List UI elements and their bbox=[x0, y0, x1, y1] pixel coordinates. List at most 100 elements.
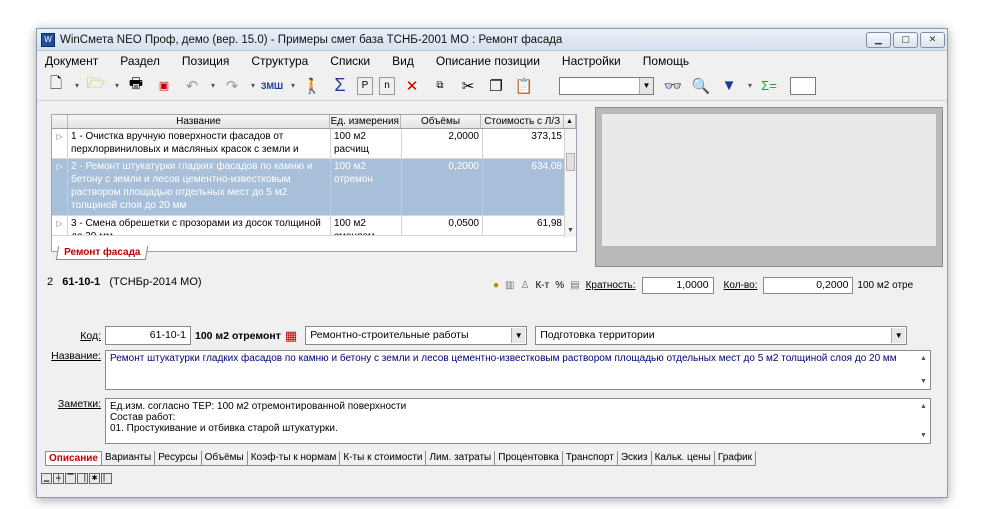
percent-button[interactable]: % bbox=[555, 280, 564, 291]
redo-icon[interactable]: ↷ bbox=[221, 75, 243, 97]
tab-sketch[interactable]: Эскиз bbox=[618, 451, 652, 465]
menu-position-description[interactable]: Описание позиции bbox=[436, 54, 540, 68]
copy-icon[interactable]: ❐ bbox=[485, 75, 507, 97]
table-row[interactable]: ▷ 1 - Очистка вручную поверхности фасадо… bbox=[52, 129, 576, 159]
notes-field[interactable]: Ед.изм. согласно ТЕР: 100 м2 отремонтиро… bbox=[105, 398, 931, 444]
person-icon[interactable]: 🚶 bbox=[301, 75, 323, 97]
layout-icon[interactable]: ✱ bbox=[89, 473, 100, 484]
menu-view[interactable]: Вид bbox=[392, 54, 414, 68]
open-folder-icon[interactable]: 🗁 bbox=[85, 75, 107, 97]
copy-block-icon[interactable]: ⧉ bbox=[429, 75, 451, 97]
pdf-icon[interactable]: ▣ bbox=[153, 75, 175, 97]
catalog-icon[interactable]: ▦ bbox=[285, 328, 297, 344]
grid-icon[interactable]: ▤ bbox=[570, 280, 579, 291]
find-replace-icon[interactable]: 🔍 bbox=[690, 75, 712, 97]
title-bar[interactable]: W WinСмета NEO Проф, демо (вер. 15.0) - … bbox=[37, 29, 947, 51]
coin-icon[interactable]: ● bbox=[493, 280, 499, 291]
main-toolbar: 🗋 ▾ 🗁 ▾ 🖶 ▣ ↶ ▾ ↷ ▾ ЗМШ ▾ 🚶 Σ P n ✕ ⧉ ✂ … bbox=[37, 71, 947, 101]
tab-resources[interactable]: Ресурсы bbox=[155, 451, 202, 465]
doc-p-icon[interactable]: P bbox=[357, 76, 373, 95]
scroll-down-icon[interactable]: ▼ bbox=[565, 227, 576, 237]
preview-area bbox=[602, 114, 936, 246]
sheet-tab-repair-facade[interactable]: Ремонт фасада bbox=[55, 246, 149, 260]
undo-icon[interactable]: ↶ bbox=[181, 75, 203, 97]
cut-icon[interactable]: ✂ bbox=[457, 75, 479, 97]
name-field[interactable]: Ремонт штукатурки гладких фасадов по кам… bbox=[105, 350, 931, 390]
expand-icon[interactable]: ▷ bbox=[52, 129, 68, 158]
dropdown-arrow-icon[interactable]: ▾ bbox=[209, 81, 217, 90]
dropdown-arrow-icon[interactable]: ▾ bbox=[289, 81, 297, 90]
subcategory-select[interactable]: Подготовка территории ▼ bbox=[535, 326, 908, 345]
kt-button[interactable]: К-т bbox=[535, 280, 549, 291]
tab-schedule[interactable]: График bbox=[715, 451, 757, 465]
maximize-button[interactable]: ▢ bbox=[893, 31, 918, 48]
delete-icon[interactable]: ✕ bbox=[401, 75, 423, 97]
building-icon[interactable]: ▥ bbox=[505, 280, 514, 291]
expand-icon[interactable]: ▷ bbox=[52, 159, 68, 215]
tab-cost-coefficients[interactable]: К-ты к стоимости bbox=[340, 451, 427, 465]
close-button[interactable]: ✕ bbox=[920, 31, 945, 48]
grid-scrollbar[interactable]: ▼ bbox=[564, 129, 576, 237]
subcategory-value: Подготовка территории bbox=[540, 329, 655, 341]
menu-bar: Документ Раздел Позиция Структура Списки… bbox=[37, 51, 947, 71]
minimize-button[interactable]: ▁ bbox=[866, 31, 891, 48]
dropdown-arrow-icon[interactable]: ▾ bbox=[113, 81, 121, 90]
filter-icon[interactable]: ▼ bbox=[718, 75, 740, 97]
paste-icon[interactable]: 📋 bbox=[513, 75, 535, 97]
layout-icon[interactable]: ╪ bbox=[53, 473, 64, 484]
new-doc-icon[interactable]: 🗋 bbox=[45, 75, 67, 97]
tab-limited-costs[interactable]: Лим. затраты bbox=[426, 451, 496, 465]
layout-icon[interactable]: ▏ bbox=[101, 473, 112, 484]
menu-help[interactable]: Помощь bbox=[643, 54, 689, 68]
menu-position[interactable]: Позиция bbox=[182, 54, 229, 68]
grid-header-name[interactable]: Название bbox=[68, 115, 330, 128]
tab-norm-coefficients[interactable]: Коэф-ты к нормам bbox=[248, 451, 341, 465]
menu-structure[interactable]: Структура bbox=[251, 54, 308, 68]
toolbar-small-combo[interactable] bbox=[790, 76, 816, 95]
binoculars-icon[interactable]: 👓 bbox=[662, 75, 684, 97]
dropdown-arrow-icon[interactable]: ▾ bbox=[73, 81, 81, 90]
layout-icon[interactable]: ▁ bbox=[41, 473, 52, 484]
grid-header-cost[interactable]: Стоимость с Л/З bbox=[481, 115, 565, 128]
category-select[interactable]: Ремонтно-строительные работы ▼ bbox=[305, 326, 528, 345]
expand-icon[interactable]: ▷ bbox=[52, 216, 68, 235]
code-row: Код: 61-10-1 100 м2 отремонт ▦ Ремонтно-… bbox=[45, 326, 908, 345]
multiplicity-field[interactable]: 1,0000 bbox=[641, 277, 714, 294]
position-base: (ТСНБр-2014 МО) bbox=[109, 276, 202, 288]
layout-icon[interactable]: ▔ bbox=[65, 473, 76, 484]
name-scrollbar[interactable]: ▲ ▼ bbox=[918, 351, 930, 389]
table-row[interactable]: ▷ 3 - Смена обрешетки с прозорами из дос… bbox=[52, 216, 576, 236]
tab-description[interactable]: Описание bbox=[45, 451, 102, 465]
row-volume: 0,0500 bbox=[402, 216, 483, 235]
tab-transport[interactable]: Транспорт bbox=[563, 451, 618, 465]
chevron-down-icon: ▼ bbox=[891, 328, 906, 343]
sum-icon[interactable]: Σ bbox=[329, 75, 351, 97]
menu-lists[interactable]: Списки bbox=[330, 54, 370, 68]
dropdown-arrow-icon[interactable]: ▾ bbox=[249, 81, 257, 90]
quantity-field[interactable]: 0,2000 bbox=[763, 277, 854, 294]
doc-n-icon[interactable]: n bbox=[379, 76, 395, 95]
grid-header-volume[interactable]: Объёмы bbox=[401, 115, 482, 128]
zmsh-icon[interactable]: ЗМШ bbox=[261, 75, 283, 97]
toolbar-combo[interactable]: ▼ bbox=[559, 76, 654, 95]
tab-calc-prices[interactable]: Кальк. цены bbox=[652, 451, 715, 465]
scroll-up-icon[interactable]: ▲ bbox=[564, 115, 576, 128]
menu-document[interactable]: Документ bbox=[45, 54, 98, 68]
notes-scrollbar[interactable]: ▲ ▼ bbox=[918, 399, 930, 443]
dropdown-arrow-icon[interactable]: ▾ bbox=[746, 81, 754, 90]
scroll-thumb[interactable] bbox=[566, 153, 575, 171]
print-icon[interactable]: 🖶 bbox=[125, 75, 147, 97]
row-volume: 2,0000 bbox=[402, 129, 483, 158]
sum-eq-icon[interactable]: Σ= bbox=[758, 75, 780, 97]
grid-header-unit[interactable]: Ед. измерения bbox=[330, 115, 401, 128]
menu-section[interactable]: Раздел bbox=[120, 54, 160, 68]
layout-icon[interactable]: ▕ bbox=[77, 473, 88, 484]
table-row[interactable]: ▷ 2 - Ремонт штукатурки гладких фасадов … bbox=[52, 159, 576, 216]
worker-icon[interactable]: ♙ bbox=[521, 280, 530, 291]
code-field[interactable]: 61-10-1 bbox=[105, 326, 191, 345]
tab-variants[interactable]: Варианты bbox=[102, 451, 156, 465]
tab-volumes[interactable]: Объёмы bbox=[202, 451, 248, 465]
menu-settings[interactable]: Настройки bbox=[562, 54, 621, 68]
tab-percentage[interactable]: Процентовка bbox=[495, 451, 563, 465]
name-label: Название: bbox=[51, 350, 101, 362]
